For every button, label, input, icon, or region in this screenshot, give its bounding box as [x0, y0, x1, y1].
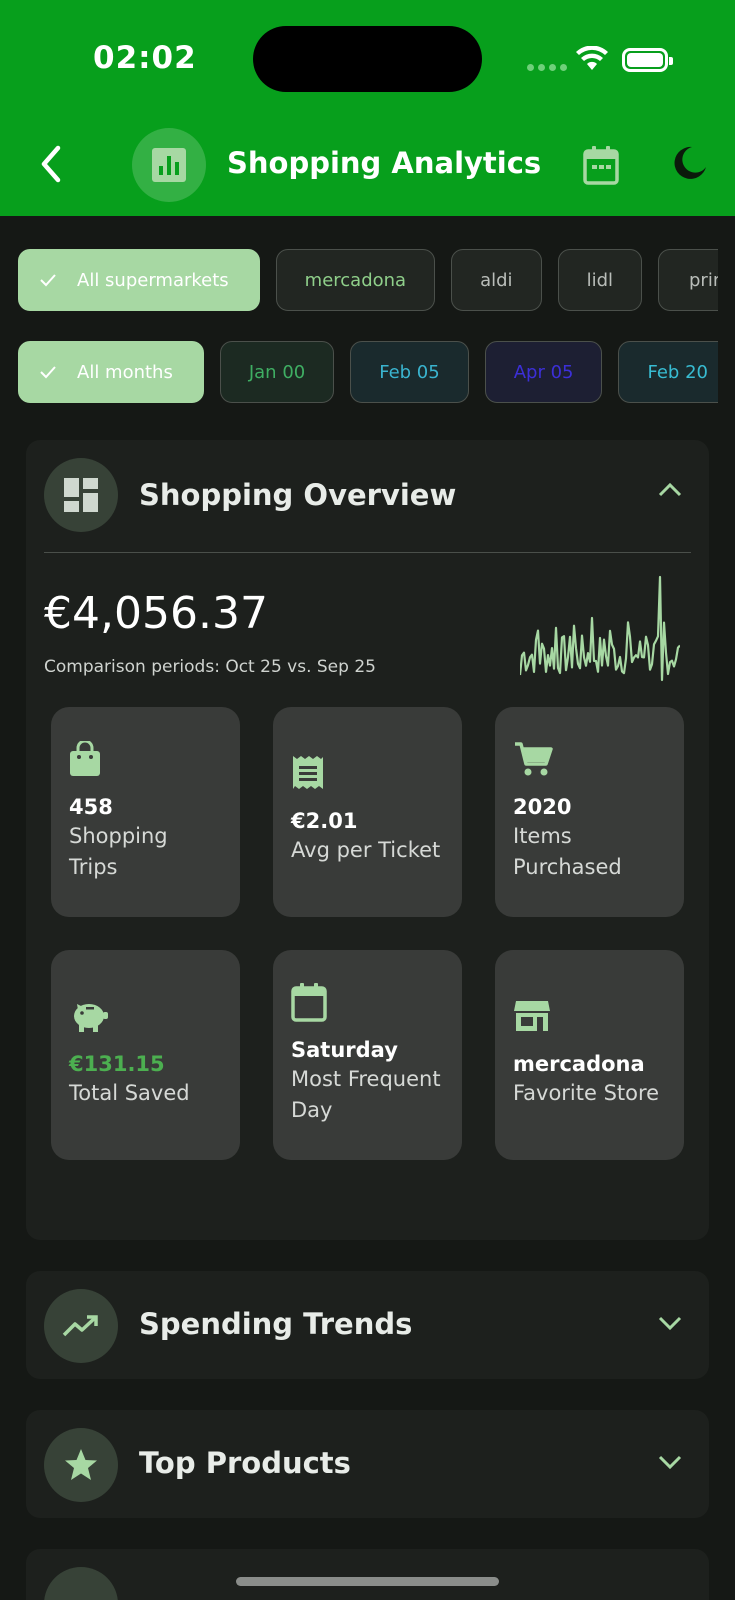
- stat-value: €2.01: [291, 809, 358, 833]
- chip-store-lidl[interactable]: lidl: [557, 249, 642, 311]
- chip-store-mercadona[interactable]: mercadona: [275, 249, 436, 311]
- chip-label: lidl: [586, 269, 613, 291]
- wifi-icon: [576, 46, 608, 70]
- chip-label: Feb 05: [379, 361, 440, 383]
- stat-favorite-store: mercadona Favorite Store: [495, 950, 684, 1160]
- chip-store-prim[interactable]: prim: [658, 249, 718, 311]
- chevron-down-icon[interactable]: [657, 1315, 683, 1333]
- stat-frequent-day: Saturday Most Frequent Day: [273, 950, 462, 1160]
- spending-trends-card[interactable]: Spending Trends: [26, 1271, 709, 1379]
- calendar-button[interactable]: [583, 145, 619, 185]
- chevron-up-icon[interactable]: [657, 480, 683, 498]
- status-time: 02:02: [93, 40, 197, 76]
- chip-label: Feb 20: [647, 361, 708, 383]
- section-icon: [44, 1567, 118, 1600]
- stat-avg-ticket: €2.01 Avg per Ticket: [273, 707, 462, 917]
- chip-label: All supermarkets: [77, 269, 229, 291]
- chip-all-months[interactable]: All months: [18, 341, 204, 403]
- dynamic-island: [253, 26, 482, 92]
- total-spent: €4,056.37: [44, 588, 268, 639]
- chip-month-feb-20[interactable]: Feb 20: [618, 341, 718, 403]
- trending-up-icon: [44, 1289, 118, 1363]
- shopping-bag-icon: [70, 741, 100, 776]
- battery-icon: [622, 48, 673, 72]
- analytics-badge: [132, 128, 206, 202]
- bar-chart-icon: [152, 148, 186, 182]
- page-title: Shopping Analytics: [227, 146, 542, 180]
- chip-store-aldi[interactable]: aldi: [451, 249, 542, 311]
- check-icon: [40, 366, 56, 379]
- store-icon: [514, 1001, 550, 1031]
- stat-shopping-trips: 458 Shopping Trips: [51, 707, 240, 917]
- top-products-card[interactable]: Top Products: [26, 1410, 709, 1518]
- section-title: Shopping Overview: [139, 478, 457, 512]
- stat-value: Saturday: [291, 1038, 398, 1062]
- home-indicator: [236, 1577, 499, 1586]
- stat-label: Favorite Store: [513, 1081, 660, 1105]
- shopping-overview-card: Shopping Overview €4,056.37 Comparison p…: [26, 440, 709, 1240]
- chip-all-supermarkets[interactable]: All supermarkets: [18, 249, 260, 311]
- month-filter-row: All months Jan 00 Feb 05 Apr 05 Feb 20: [18, 341, 718, 405]
- dashboard-icon: [44, 458, 118, 532]
- stat-label: Items Purchased: [513, 824, 622, 879]
- calendar-icon: [291, 983, 327, 1022]
- stat-label: Shopping Trips: [69, 824, 168, 879]
- app-header: 02:02 Shopping Analytics: [0, 0, 735, 216]
- receipt-icon: [293, 756, 323, 789]
- spending-sparkline: [520, 575, 680, 682]
- stat-items-purchased: 2020 Items Purchased: [495, 707, 684, 917]
- chip-label: prim: [689, 269, 718, 291]
- piggy-bank-icon: [74, 1004, 108, 1032]
- divider: [44, 552, 691, 553]
- comparison-periods: Comparison periods: Oct 25 vs. Sep 25: [44, 657, 376, 677]
- next-section-card[interactable]: [26, 1549, 709, 1600]
- stat-label: Most Frequent Day: [291, 1067, 441, 1122]
- stat-value: €131.15: [69, 1052, 165, 1076]
- stat-label: Avg per Ticket: [291, 838, 441, 862]
- chevron-down-icon[interactable]: [657, 1454, 683, 1472]
- chip-month-jan-00[interactable]: Jan 00: [219, 341, 335, 403]
- back-button[interactable]: [34, 140, 70, 188]
- section-title: Top Products: [139, 1446, 351, 1480]
- stats-grid: 458 Shopping Trips €2.01 Avg per Ticket: [51, 707, 685, 1160]
- chip-month-feb-05[interactable]: Feb 05: [350, 341, 469, 403]
- stat-value: 458: [69, 795, 113, 819]
- chip-label: All months: [77, 361, 173, 383]
- section-title: Spending Trends: [139, 1307, 413, 1341]
- chip-label: aldi: [480, 269, 513, 291]
- chip-label: mercadona: [304, 269, 407, 291]
- chip-label: Apr 05: [513, 361, 574, 383]
- stat-label: Total Saved: [69, 1081, 190, 1105]
- store-filter-row: All supermarkets mercadona aldi lidl pri…: [18, 249, 718, 313]
- cart-icon: [515, 742, 553, 776]
- chip-month-apr-05[interactable]: Apr 05: [484, 341, 603, 403]
- dark-mode-icon[interactable]: [672, 145, 708, 181]
- cellular-signal-icon: [527, 64, 567, 71]
- stat-value: mercadona: [513, 1052, 645, 1076]
- chip-label: Jan 00: [248, 361, 306, 383]
- star-icon: [44, 1428, 118, 1502]
- check-icon: [40, 274, 56, 287]
- stat-value: 2020: [513, 795, 572, 819]
- stat-total-saved: €131.15 Total Saved: [51, 950, 240, 1160]
